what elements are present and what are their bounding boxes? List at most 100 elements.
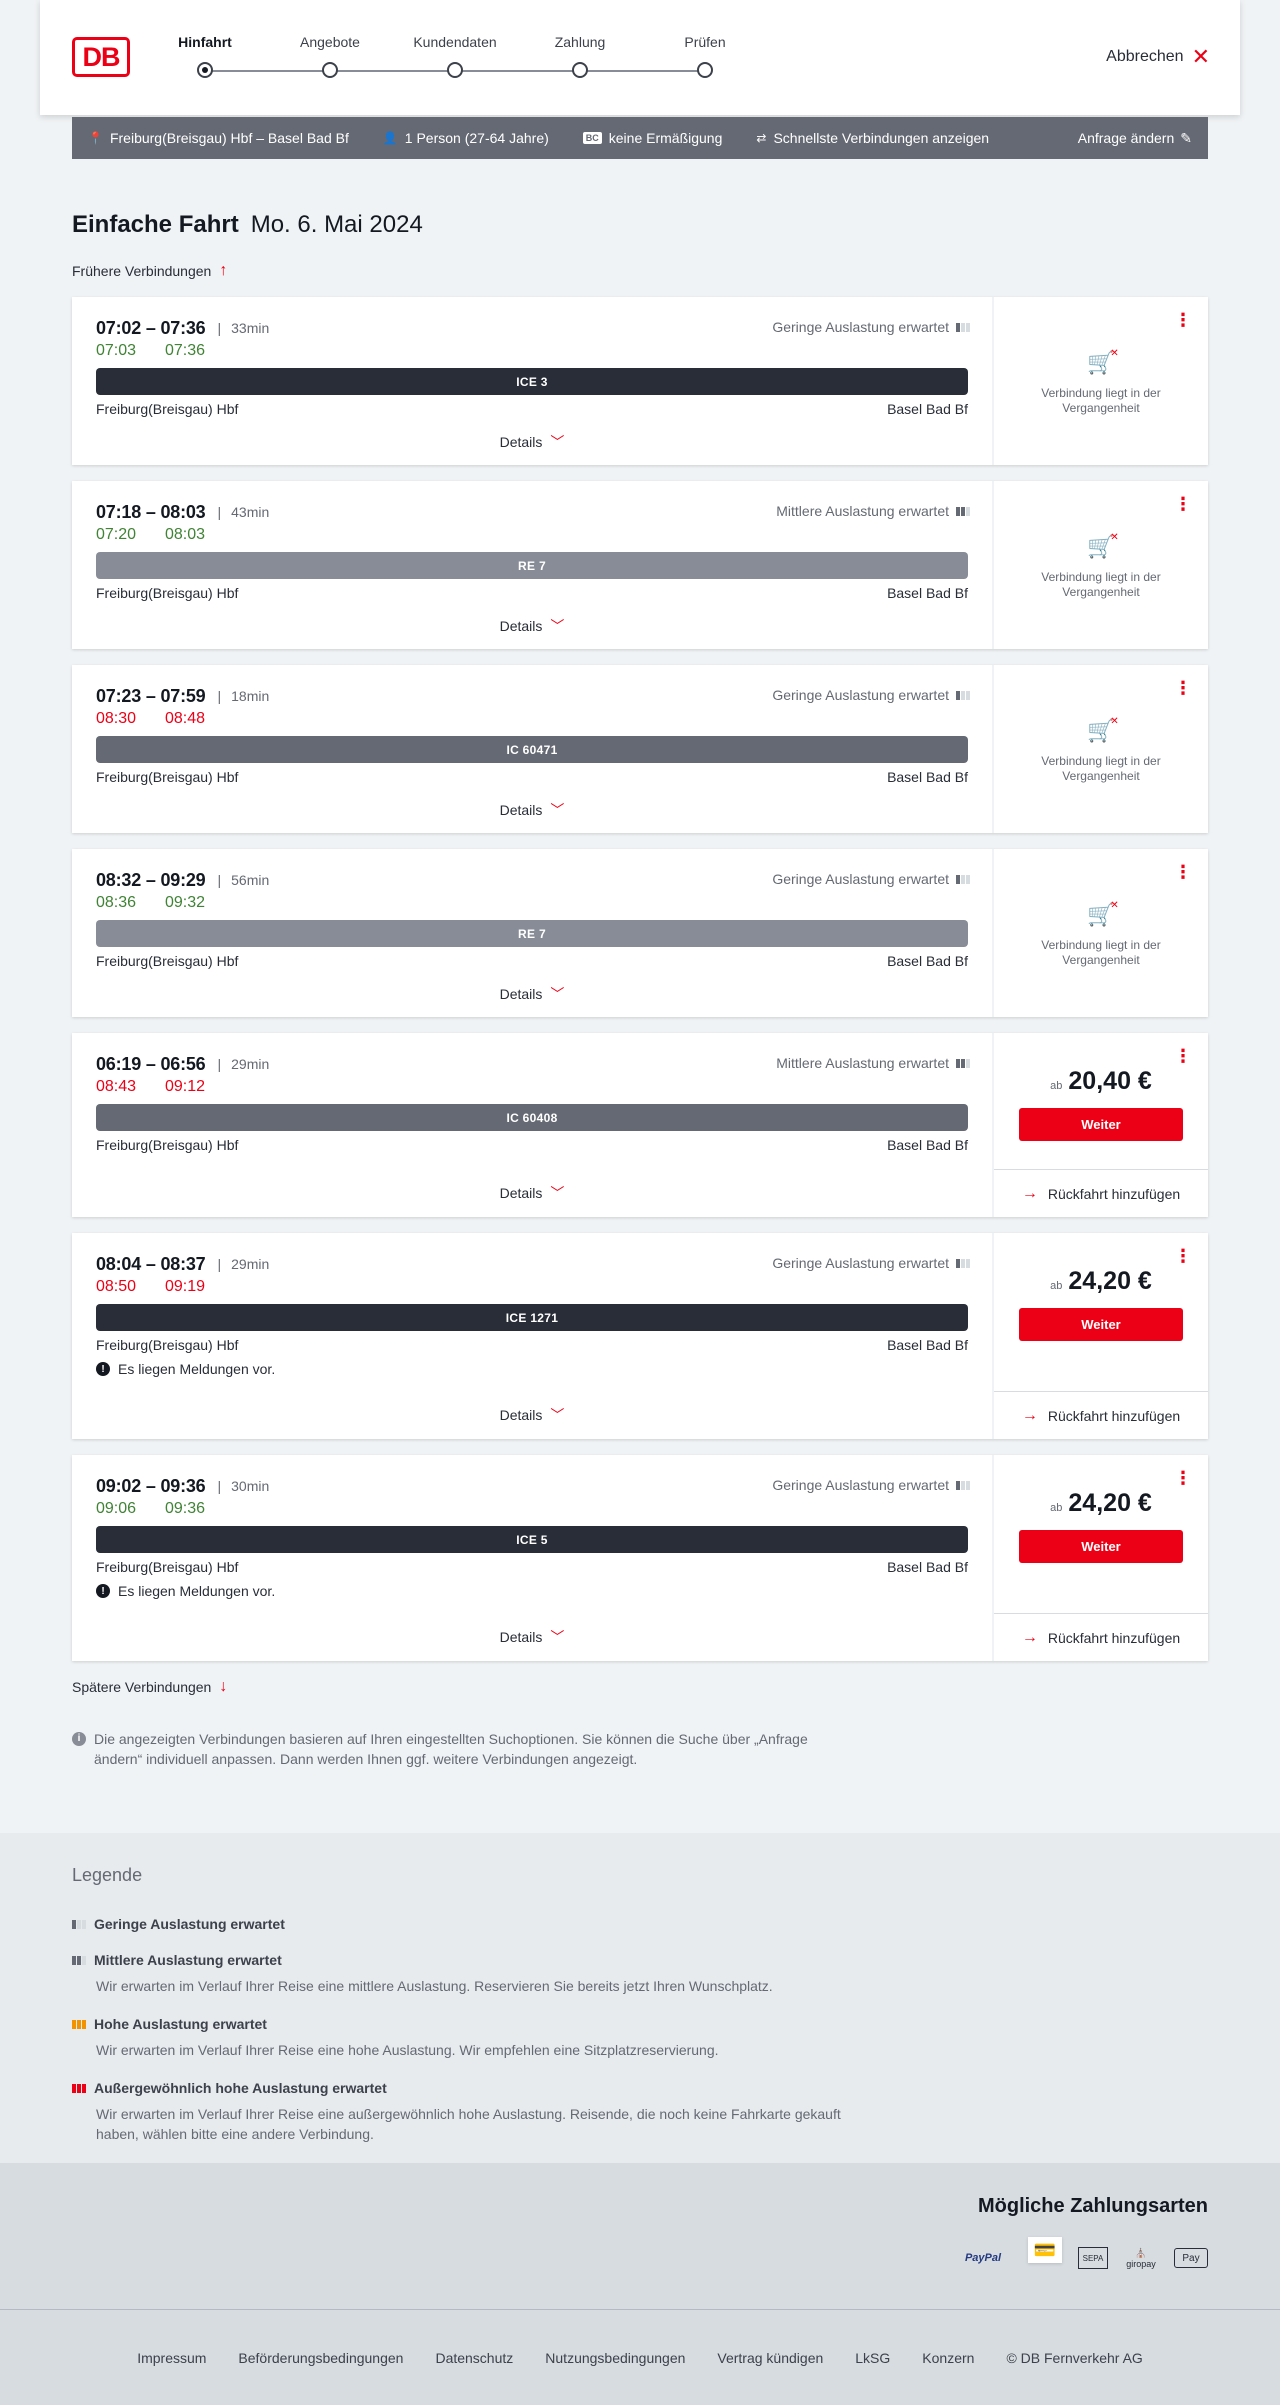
occupancy-info[interactable]: Geringe Auslastung erwartet — [772, 319, 970, 335]
train-segment-bar[interactable]: ICE 1271 — [96, 1304, 968, 1331]
price-value: 24,20 € — [1068, 1489, 1152, 1517]
footer-link-impressum[interactable]: Impressum — [121, 2350, 222, 2366]
step-angebote: Angebote — [280, 34, 380, 78]
chevron-down-icon: ﹀ — [550, 802, 565, 818]
occupancy-low-icon — [956, 322, 970, 332]
train-segment-bar[interactable]: ICE 5 — [96, 1526, 968, 1553]
connection-card[interactable]: 06:19 – 06:56 | 29min Mittlere Auslastun… — [72, 1033, 1208, 1217]
fastest-info[interactable]: ⇄ Schnellste Verbindungen anzeigen — [756, 130, 989, 146]
connection-card[interactable]: 08:04 – 08:37 | 29min Geringe Auslastung… — [72, 1233, 1208, 1439]
footer-link-vertrag-kuendigen[interactable]: Vertrag kündigen — [701, 2350, 839, 2366]
route-info[interactable]: 📍 Freiburg(Breisgau) Hbf – Basel Bad Bf — [88, 130, 349, 146]
cancel-button[interactable]: Abbrechen ✕ — [1106, 46, 1210, 68]
connection-card[interactable]: 07:18 – 08:03 | 43min Mittlere Auslastun… — [72, 481, 1208, 649]
realtime-departure: 08:36 — [96, 894, 137, 911]
connection-offer: ⋮ 🛒 ✕ Verbindung liegt in der Vergangenhe… — [994, 481, 1208, 649]
train-name: ICE 1271 — [505, 1310, 559, 1325]
more-options-icon[interactable]: ⋮ — [1174, 1469, 1192, 1487]
connection-card[interactable]: 07:02 – 07:36 | 33min Geringe Auslastung… — [72, 297, 1208, 465]
more-options-icon[interactable]: ⋮ — [1174, 863, 1192, 881]
earlier-connections-link[interactable]: Frühere Verbindungen ↑ — [72, 261, 1280, 281]
legend-item-desc: Wir erwarten im Verlauf Ihrer Reise eine… — [96, 2042, 719, 2058]
add-return-trip-button[interactable]: → Rückfahrt hinzufügen — [994, 1613, 1208, 1661]
db-logo[interactable]: DB — [72, 37, 130, 77]
add-return-trip-button[interactable]: → Rückfahrt hinzufügen — [994, 1169, 1208, 1217]
details-toggle[interactable]: Details ﹀ — [72, 1627, 992, 1647]
traveler-info[interactable]: 👤 1 Person (27-64 Jahre) — [383, 130, 549, 146]
more-options-icon[interactable]: ⋮ — [1174, 1047, 1192, 1065]
details-toggle[interactable]: Details ﹀ — [72, 984, 992, 1004]
step-label: Angebote — [300, 34, 360, 50]
footer-link-datenschutz[interactable]: Datenschutz — [419, 2350, 529, 2366]
occupancy-info[interactable]: Mittlere Auslastung erwartet — [776, 503, 970, 519]
connection-card[interactable]: 09:02 – 09:36 | 30min Geringe Auslastung… — [72, 1455, 1208, 1661]
more-options-icon[interactable]: ⋮ — [1174, 495, 1192, 513]
train-segment-bar[interactable]: RE 7 — [96, 552, 968, 579]
occupancy-info[interactable]: Geringe Auslastung erwartet — [772, 871, 970, 887]
price: ab 24,20 € — [1050, 1267, 1152, 1296]
footer-link-konzern[interactable]: Konzern — [906, 2350, 990, 2366]
scheduled-times: 07:02 – 07:36 — [96, 317, 206, 338]
step-zahlung: Zahlung — [530, 34, 630, 78]
page-title: Einfache Fahrt Mo. 6. Mai 2024 — [72, 211, 1280, 239]
connection-main: 07:18 – 08:03 | 43min Mittlere Auslastun… — [72, 481, 994, 649]
step-hinfahrt: Hinfahrt — [155, 34, 255, 78]
occupancy-info[interactable]: Geringe Auslastung erwartet — [772, 1477, 970, 1493]
details-toggle[interactable]: Details ﹀ — [72, 1183, 992, 1203]
more-options-icon[interactable]: ⋮ — [1174, 1247, 1192, 1265]
connection-card[interactable]: 08:32 – 09:29 | 56min Geringe Auslastung… — [72, 849, 1208, 1017]
legend-item-desc: Wir erwarten im Verlauf Ihrer Reise eine… — [96, 2106, 841, 2142]
duration: 43min — [231, 504, 270, 520]
realtime-row: 07:03 07:36 — [96, 339, 968, 363]
cancel-label: Abbrechen — [1106, 48, 1184, 65]
details-toggle[interactable]: Details ﹀ — [72, 1405, 992, 1425]
info-icon: i — [72, 1732, 86, 1746]
stations-row: Freiburg(Breisgau) Hbf Basel Bad Bf — [96, 1559, 968, 1577]
person-icon: 👤 — [382, 131, 398, 145]
arrival-station: Basel Bad Bf — [887, 953, 968, 969]
details-label: Details — [499, 1407, 543, 1423]
details-toggle[interactable]: Details ﹀ — [72, 432, 992, 452]
connection-card[interactable]: 07:23 – 07:59 | 18min Geringe Auslastung… — [72, 665, 1208, 833]
occupancy-low-icon — [956, 1480, 970, 1490]
occupancy-info[interactable]: Geringe Auslastung erwartet — [772, 687, 970, 703]
train-segment-bar[interactable]: ICE 3 — [96, 368, 968, 395]
footer-link-befoerderungsbedingungen[interactable]: Beförderungsbedingungen — [222, 2350, 419, 2366]
price-prefix: ab — [1050, 1502, 1063, 1514]
legend-item-medium: Mittlere Auslastung erwartet Wir erwarte… — [72, 1952, 1280, 1996]
add-return-trip-button[interactable]: → Rückfahrt hinzufügen — [994, 1391, 1208, 1439]
scheduled-times: 07:18 – 08:03 — [96, 501, 206, 522]
continue-button[interactable]: Weiter — [1019, 1530, 1183, 1563]
payment-methods-section: Mögliche Zahlungsarten PayPal 💳 SEPA ⛪ gi… — [0, 2163, 1280, 2309]
trip-type: Einfache Fahrt — [72, 211, 239, 238]
details-toggle[interactable]: Details ﹀ — [72, 800, 992, 820]
footer-link-nutzungsbedingungen[interactable]: Nutzungsbedingungen — [529, 2350, 701, 2366]
stations-row: Freiburg(Breisgau) Hbf Basel Bad Bf — [96, 769, 968, 787]
train-name: RE 7 — [518, 558, 546, 573]
card-payment-icon: 💳 — [1028, 2237, 1062, 2263]
legend-title: Legende — [72, 1865, 143, 1885]
details-label: Details — [499, 618, 543, 634]
details-toggle[interactable]: Details ﹀ — [72, 616, 992, 636]
occupancy-info[interactable]: Mittlere Auslastung erwartet — [776, 1055, 970, 1071]
legend-item-title: Mittlere Auslastung erwartet — [94, 1952, 282, 1968]
occupancy-info[interactable]: Geringe Auslastung erwartet — [772, 1255, 970, 1271]
discount-info[interactable]: BC keine Ermäßigung — [582, 130, 722, 146]
continue-button[interactable]: Weiter — [1019, 1108, 1183, 1141]
realtime-departure: 09:06 — [96, 1500, 137, 1517]
more-options-icon[interactable]: ⋮ — [1174, 679, 1192, 697]
train-name: RE 7 — [518, 926, 546, 941]
realtime-row: 09:06 09:36 — [96, 1497, 968, 1521]
occupancy-medium-icon — [72, 1955, 86, 1965]
train-segment-bar[interactable]: RE 7 — [96, 920, 968, 947]
footer-link-lksg[interactable]: LkSG — [839, 2350, 906, 2366]
chevron-down-icon: ﹀ — [550, 434, 565, 450]
train-segment-bar[interactable]: IC 60408 — [96, 1104, 968, 1131]
train-segment-bar[interactable]: IC 60471 — [96, 736, 968, 763]
change-request-button[interactable]: Anfrage ändern ✎ — [1078, 130, 1192, 147]
occupancy-medium-icon — [956, 506, 970, 516]
continue-button[interactable]: Weiter — [1019, 1308, 1183, 1341]
later-connections-link[interactable]: Spätere Verbindungen ↓ — [72, 1677, 1280, 1697]
more-options-icon[interactable]: ⋮ — [1174, 311, 1192, 329]
separator: | — [217, 872, 222, 888]
